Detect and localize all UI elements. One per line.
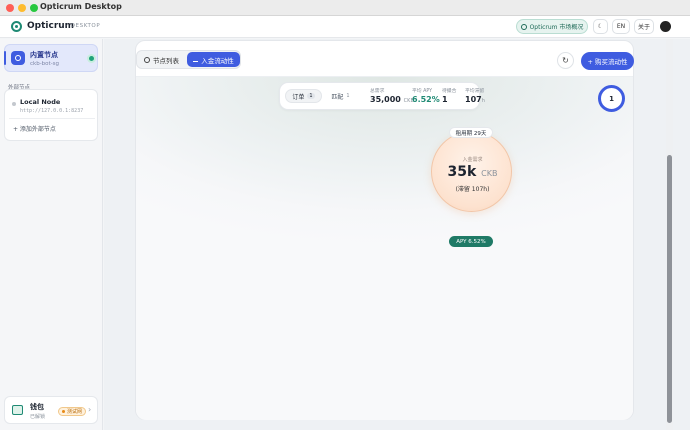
stat-avg-apy-label: 平均 APY bbox=[412, 89, 433, 94]
download-icon bbox=[193, 57, 199, 62]
scrollbar-thumb[interactable] bbox=[667, 155, 672, 423]
stat-avg-apy-value: 6.52% bbox=[412, 95, 440, 104]
tab-matches[interactable]: 匹配 1 bbox=[324, 89, 357, 103]
stat-avg-apy: 平均 APY 6.52% bbox=[412, 87, 440, 104]
market-overview-label: Opticrum 市场概况 bbox=[529, 24, 584, 31]
market-icon bbox=[520, 23, 527, 30]
builtin-node-name: 内置节点 bbox=[30, 51, 58, 59]
close-window-button[interactable] bbox=[6, 4, 14, 12]
refresh-icon: ↻ bbox=[562, 56, 569, 65]
title-bar: Opticrum Desktop bbox=[0, 0, 690, 16]
tab-matches-label: 匹配 bbox=[331, 93, 344, 101]
view-tabs: 节点列表 入金流动性 bbox=[136, 50, 241, 69]
market-overview-button[interactable]: Opticrum 市场概况 bbox=[516, 19, 588, 34]
buy-liquidity-button[interactable]: + 购买流动性 bbox=[581, 52, 634, 70]
about-button[interactable]: 关于 bbox=[634, 19, 654, 34]
chevron-right-icon: › bbox=[88, 405, 92, 414]
stat-pending: 待撮合 1 bbox=[442, 87, 456, 104]
liquidity-card: 节点列表 入金流动性 ↻ + 购买流动性 订单 1 匹配 1 总需求 35,00… bbox=[135, 40, 634, 420]
moon-icon: ☾ bbox=[597, 23, 604, 30]
wallet-card[interactable]: 钱包 已解锁 测试网 › bbox=[4, 396, 98, 424]
maximize-window-button[interactable] bbox=[30, 4, 38, 12]
local-node-name[interactable]: Local Node bbox=[20, 98, 60, 106]
builtin-node-id: ckb-bot-sg bbox=[30, 61, 60, 67]
stat-total-demand: 总需求 35,000 CKB bbox=[370, 87, 414, 104]
local-node-url: http://127.0.0.1:8237 bbox=[20, 108, 84, 114]
tab-orders-count: 1 bbox=[307, 93, 315, 99]
stat-avg-ttl-value: 107h bbox=[465, 95, 485, 104]
refresh-button[interactable]: ↻ bbox=[557, 52, 574, 69]
stat-pending-label: 待撮合 bbox=[442, 89, 457, 94]
wallet-icon bbox=[12, 405, 23, 415]
tab-inbound-liquidity-label: 入金流动性 bbox=[201, 56, 234, 65]
brand-subtitle: · DESKTOP bbox=[66, 23, 101, 29]
node-icon bbox=[11, 51, 25, 65]
divider bbox=[9, 118, 95, 119]
add-external-node-button[interactable]: + 添加外部节点 bbox=[13, 124, 56, 133]
active-indicator bbox=[4, 51, 6, 65]
testnet-dot bbox=[62, 410, 65, 413]
window-title: Opticrum Desktop bbox=[40, 2, 122, 11]
apy-badge: APY 6.52% bbox=[449, 236, 493, 247]
wallet-status: 已解锁 bbox=[30, 414, 46, 420]
liquidity-canvas: 订单 1 匹配 1 总需求 35,000 CKB 平均 APY 6.52% 待撮… bbox=[136, 76, 633, 420]
tab-node-list-label: 节点列表 bbox=[153, 56, 179, 65]
tab-inbound-liquidity[interactable]: 入金流动性 bbox=[187, 52, 240, 67]
github-icon[interactable] bbox=[660, 21, 671, 32]
stat-pending-value: 1 bbox=[442, 95, 448, 104]
stats-bar: 订单 1 匹配 1 总需求 35,000 CKB 平均 APY 6.52% 待撮… bbox=[279, 82, 485, 110]
order-bubble[interactable]: 入金需求 35k CKB (滞留 107h) bbox=[431, 131, 512, 212]
tab-matches-count: 1 bbox=[346, 93, 350, 99]
node-status-dot bbox=[89, 56, 94, 61]
app-header: Opticrum · DESKTOP Opticrum 市场概况 ☾ EN 关于 bbox=[0, 16, 690, 38]
logo-icon bbox=[11, 21, 22, 32]
stat-avg-ttl: 平均滞留 107h bbox=[465, 87, 485, 104]
testnet-label: 测试网 bbox=[67, 409, 83, 415]
theme-toggle-button[interactable]: ☾ bbox=[593, 19, 608, 34]
stat-avg-ttl-label: 平均滞留 bbox=[465, 89, 485, 94]
sidebar: 内置节点 ckb-bot-sg 外部节点 Local Node http://1… bbox=[0, 39, 103, 430]
wallet-name: 钱包 bbox=[30, 403, 44, 411]
bubble-amount: 35k CKB bbox=[447, 164, 498, 180]
sidebar-item-builtin-node[interactable]: 内置节点 ckb-bot-sg bbox=[4, 44, 98, 72]
local-node-status-dot bbox=[12, 102, 16, 106]
minimize-window-button[interactable] bbox=[18, 4, 26, 12]
testnet-badge: 测试网 bbox=[58, 407, 87, 416]
bubble-ttl: (滞留 107h) bbox=[455, 186, 490, 193]
tab-orders[interactable]: 订单 1 bbox=[285, 89, 322, 103]
tab-node-list[interactable]: 节点列表 bbox=[137, 51, 186, 68]
main-content: 节点列表 入金流动性 ↻ + 购买流动性 订单 1 匹配 1 总需求 35,00… bbox=[104, 39, 690, 430]
stat-total-demand-label: 总需求 bbox=[370, 89, 385, 94]
external-nodes-panel: Local Node http://127.0.0.1:8237 + 添加外部节… bbox=[4, 89, 98, 141]
stat-total-demand-value: 35,000 CKB bbox=[370, 95, 414, 104]
list-icon bbox=[144, 56, 150, 63]
bubble-label: 入金需求 bbox=[462, 157, 483, 163]
lease-period-badge: 租用期 29天 bbox=[449, 127, 493, 138]
app-window: Opticrum Desktop Opticrum · DESKTOP Opti… bbox=[0, 0, 690, 430]
count-ring[interactable]: 1 bbox=[598, 85, 625, 112]
language-button[interactable]: EN bbox=[612, 19, 630, 34]
tab-orders-label: 订单 bbox=[292, 93, 305, 101]
